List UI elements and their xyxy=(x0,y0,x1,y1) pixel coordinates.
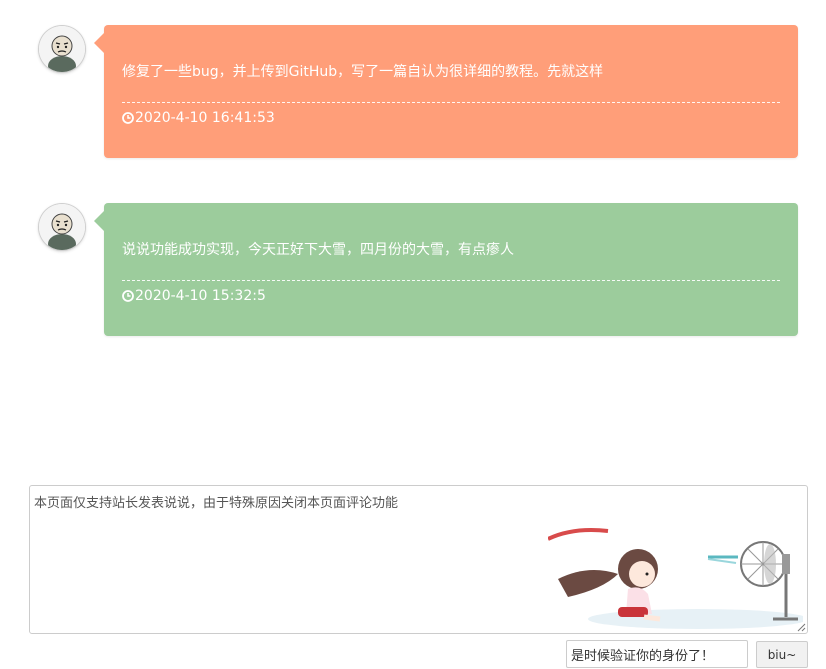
post-text: 修复了一些bug，并上传到GitHub，写了一篇自认为很详细的教程。先就这样 xyxy=(122,64,604,80)
captcha-input[interactable] xyxy=(566,640,748,668)
comment-box: 本页面仅支持站长发表说说，由于特殊原因关闭本页面评论功能 xyxy=(29,485,808,634)
submit-button[interactable]: biu~ xyxy=(756,641,808,668)
comment-textarea[interactable]: 本页面仅支持站长发表说说，由于特殊原因关闭本页面评论功能 xyxy=(30,486,807,633)
divider xyxy=(122,280,780,281)
clock-icon xyxy=(122,112,134,124)
resize-handle-icon[interactable] xyxy=(796,622,806,632)
avatar-icon[interactable] xyxy=(39,26,85,72)
post-card: 说说功能成功实现，今天正好下大雪，四月份的大雪，有点瘆人 2020-4-10 1… xyxy=(94,203,798,336)
post-card: 修复了一些bug，并上传到GitHub，写了一篇自认为很详细的教程。先就这样 2… xyxy=(94,25,798,158)
post-meta: 2020-4-10 16:41:53 xyxy=(122,110,275,126)
post-meta: 2020-4-10 15:32:5 xyxy=(122,288,266,304)
post-time: 2020-4-10 15:32:5 xyxy=(135,288,266,304)
clock-icon xyxy=(122,290,134,302)
divider xyxy=(122,102,780,103)
post-time: 2020-4-10 16:41:53 xyxy=(135,110,275,126)
post-text: 说说功能成功实现，今天正好下大雪，四月份的大雪，有点瘆人 xyxy=(122,242,514,258)
avatar-icon[interactable] xyxy=(39,204,85,250)
